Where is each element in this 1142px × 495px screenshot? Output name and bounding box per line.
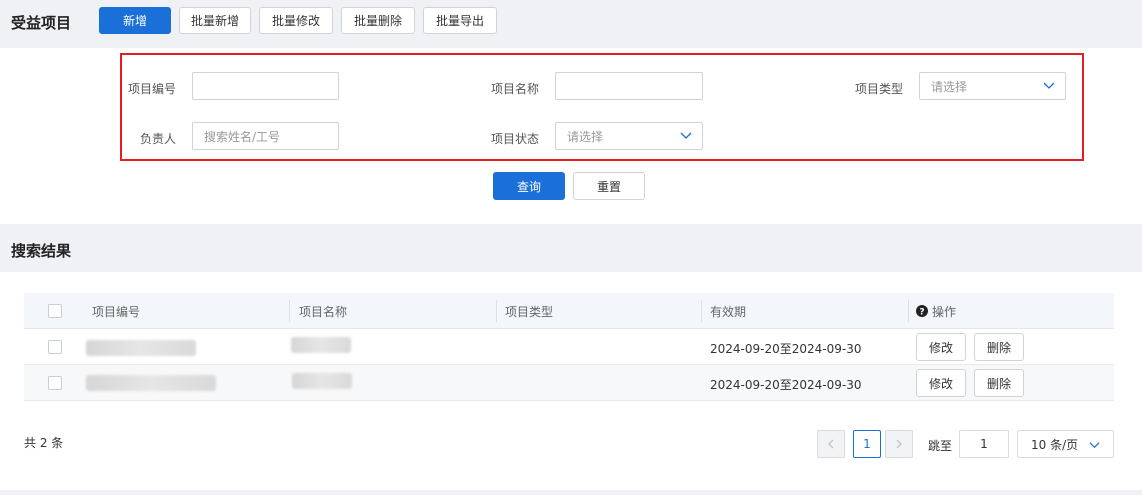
batch-delete-button[interactable]: 批量删除 [341,7,415,34]
search-form: 项目编号 项目名称 项目类型 请选择 负责人 搜索姓名/工号 项目状态 请选择 … [0,48,1142,224]
table-row: 2024-09-20至2024-09-30 修改 删除 [24,329,1114,365]
chevron-down-icon [1089,442,1100,449]
chevron-right-icon [896,439,902,449]
batch-edit-button[interactable]: 批量修改 [259,7,333,34]
validity-cell: 2024-09-20至2024-09-30 [710,378,862,392]
redacted-project-name [291,337,351,353]
project-status-select[interactable]: 请选择 [555,122,703,150]
project-code-input[interactable] [192,72,339,100]
redacted-project-code [86,375,216,391]
project-type-select[interactable]: 请选择 [919,72,1066,100]
column-divider [908,300,909,322]
total-count: 共 2 条 [24,436,64,450]
results-header: 搜索结果 [0,224,1142,272]
project-name-input[interactable] [555,72,703,100]
select-all-checkbox[interactable] [48,304,62,318]
owner-placeholder: 搜索姓名/工号 [204,129,281,144]
delete-button[interactable]: 删除 [974,333,1024,361]
page-size-value: 10 条/页 [1031,437,1079,452]
project-name-label: 项目名称 [490,82,539,96]
batch-export-button[interactable]: 批量导出 [423,7,497,34]
redacted-project-name [292,373,352,389]
help-icon[interactable]: ? [916,305,928,317]
prev-page-button[interactable] [817,430,845,458]
edit-button[interactable]: 修改 [916,369,966,397]
reset-button[interactable]: 重置 [573,172,645,200]
chevron-down-icon [680,132,692,139]
column-header-actions: 操作 [932,305,957,319]
edit-button[interactable]: 修改 [916,333,966,361]
results-panel: 项目编号 项目名称 项目类型 有效期 ? 操作 2024-09-20至2024-… [0,272,1142,490]
project-status-placeholder: 请选择 [567,129,604,144]
column-divider [289,300,290,322]
table-row: 2024-09-20至2024-09-30 修改 删除 [24,365,1114,401]
delete-button[interactable]: 删除 [974,369,1024,397]
column-header-project-name: 项目名称 [299,305,348,319]
column-divider [496,300,497,322]
owner-label: 负责人 [139,132,176,146]
owner-search-input[interactable]: 搜索姓名/工号 [192,122,339,150]
column-divider [701,300,702,322]
table-header: 项目编号 项目名称 项目类型 有效期 ? 操作 [24,293,1114,329]
page-number-button[interactable]: 1 [853,430,881,458]
page-title: 受益项目 [11,14,72,32]
jump-page-input[interactable]: 1 [959,430,1009,458]
batch-add-button[interactable]: 批量新增 [179,7,251,34]
page-size-select[interactable]: 10 条/页 [1017,430,1114,458]
validity-cell: 2024-09-20至2024-09-30 [710,342,862,356]
results-title: 搜索结果 [11,242,72,260]
add-button[interactable]: 新增 [99,7,171,34]
chevron-down-icon [1043,82,1055,89]
row-checkbox[interactable] [48,340,62,354]
redacted-project-code [86,340,196,356]
project-code-label: 项目编号 [127,82,176,96]
jump-label: 跳至 [928,439,953,453]
query-button[interactable]: 查询 [493,172,565,200]
project-type-placeholder: 请选择 [931,79,968,94]
column-header-project-type: 项目类型 [505,305,554,319]
next-page-button[interactable] [885,430,913,458]
column-header-project-code: 项目编号 [92,305,141,319]
project-status-label: 项目状态 [490,132,539,146]
svg-text:?: ? [919,307,924,317]
project-type-label: 项目类型 [854,82,903,96]
column-header-validity: 有效期 [710,305,747,319]
page-header: 受益项目 新增 批量新增 批量修改 批量删除 批量导出 [0,0,1142,48]
row-checkbox[interactable] [48,376,62,390]
chevron-left-icon [828,439,834,449]
